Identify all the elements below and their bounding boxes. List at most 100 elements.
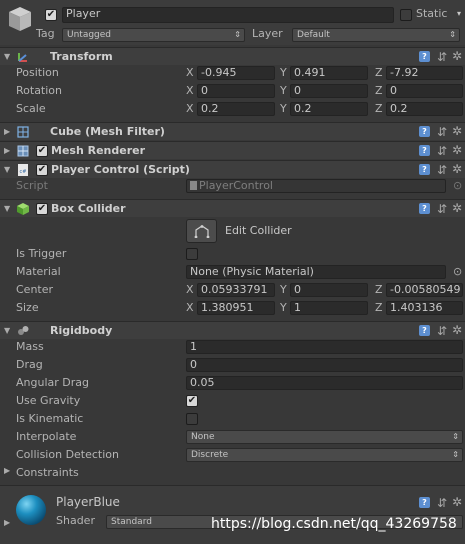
collision-detection-dropdown[interactable]: Discrete ⇕ bbox=[186, 448, 463, 462]
preset-icon[interactable]: ⇵ bbox=[437, 203, 447, 215]
gear-icon[interactable]: ✲ bbox=[452, 144, 462, 156]
center-z-field[interactable]: -0.00580549 bbox=[386, 283, 463, 297]
preset-icon[interactable]: ⇵ bbox=[437, 126, 447, 138]
mass-label: Mass bbox=[16, 340, 44, 353]
mesh-renderer-enabled-checkbox[interactable]: ✔ bbox=[36, 145, 48, 157]
position-y-field[interactable]: 0.491 bbox=[290, 66, 368, 80]
rotation-y-field[interactable]: 0 bbox=[290, 84, 368, 98]
help-icon[interactable]: ? bbox=[419, 203, 430, 214]
rigidbody-header[interactable]: ▼ Rigidbody ? ⇵ ✲ bbox=[0, 321, 465, 339]
size-z-label[interactable]: Z bbox=[375, 301, 383, 315]
foldout-expanded-icon[interactable]: ▼ bbox=[4, 48, 10, 66]
help-icon[interactable]: ? bbox=[419, 497, 430, 508]
object-picker-icon: ⊙ bbox=[453, 179, 463, 192]
scale-y-field[interactable]: 0.2 bbox=[290, 102, 368, 116]
box-collider-header[interactable]: ▼ ✔ Box Collider ? ⇵ ✲ bbox=[0, 199, 465, 217]
foldout-collapsed-icon[interactable]: ▶ bbox=[4, 142, 10, 160]
foldout-expanded-icon[interactable]: ▼ bbox=[4, 322, 10, 340]
layer-label: Layer bbox=[252, 27, 283, 40]
scale-y-label[interactable]: Y bbox=[280, 102, 287, 116]
mesh-renderer-header[interactable]: ▶ ✔ Mesh Renderer ? ⇵ ✲ bbox=[0, 141, 465, 159]
preset-icon[interactable]: ⇵ bbox=[437, 164, 447, 176]
drag-field[interactable]: 0 bbox=[186, 358, 463, 372]
position-x-label[interactable]: X bbox=[186, 66, 194, 80]
is-trigger-checkbox[interactable] bbox=[186, 248, 198, 260]
static-checkbox[interactable] bbox=[400, 9, 412, 21]
static-dropdown[interactable]: ▾ bbox=[452, 8, 464, 22]
rotation-x-field[interactable]: 0 bbox=[197, 84, 275, 98]
help-icon[interactable]: ? bbox=[419, 126, 430, 137]
tag-value: Untagged bbox=[67, 30, 112, 40]
gear-icon[interactable]: ✲ bbox=[452, 202, 462, 214]
center-z-label[interactable]: Z bbox=[375, 283, 383, 297]
rigidbody-icon bbox=[18, 326, 29, 335]
edit-collider-button[interactable] bbox=[186, 219, 217, 243]
scale-x-field[interactable]: 0.2 bbox=[197, 102, 275, 116]
help-icon[interactable]: ? bbox=[419, 164, 430, 175]
layer-value: Default bbox=[297, 30, 330, 40]
material-picker-icon[interactable]: ⊙ bbox=[453, 265, 462, 279]
active-checkbox[interactable]: ✔ bbox=[45, 9, 57, 21]
rotation-z-label[interactable]: Z bbox=[375, 84, 383, 98]
use-gravity-checkbox[interactable]: ✔ bbox=[186, 395, 198, 407]
rotation-x-label[interactable]: X bbox=[186, 84, 194, 98]
gear-icon[interactable]: ✲ bbox=[452, 50, 462, 62]
position-z-field[interactable]: -7.92 bbox=[386, 66, 463, 80]
help-icon[interactable]: ? bbox=[419, 51, 430, 62]
angular-drag-field[interactable]: 0.05 bbox=[186, 376, 463, 390]
scale-x-label[interactable]: X bbox=[186, 102, 194, 116]
gear-icon[interactable]: ✲ bbox=[452, 496, 462, 508]
material-field[interactable]: None (Physic Material) bbox=[186, 265, 446, 279]
mesh-filter-header[interactable]: ▶ Cube (Mesh Filter) ? ⇵ ✲ bbox=[0, 122, 465, 140]
size-y-field[interactable]: 1 bbox=[290, 301, 368, 315]
scale-z-field[interactable]: 0.2 bbox=[386, 102, 463, 116]
center-y-label[interactable]: Y bbox=[280, 283, 287, 297]
gear-icon[interactable]: ✲ bbox=[452, 324, 462, 336]
mass-field[interactable]: 1 bbox=[186, 340, 463, 354]
gear-icon[interactable]: ✲ bbox=[452, 163, 462, 175]
player-control-header[interactable]: ▼ c# ✔ Player Control (Script) ? ⇵ ✲ bbox=[0, 160, 465, 178]
box-collider-enabled-checkbox[interactable]: ✔ bbox=[36, 203, 48, 215]
position-x-field[interactable]: -0.945 bbox=[197, 66, 275, 80]
tag-dropdown[interactable]: Untagged ⇕ bbox=[62, 28, 245, 42]
material-foldout-icon[interactable]: ▶ bbox=[4, 514, 10, 532]
size-y-label[interactable]: Y bbox=[280, 301, 287, 315]
material-section: ▶ PlayerBlue Shader Standard ? ⇵ ✲ bbox=[0, 486, 465, 544]
layer-dropdown[interactable]: Default ⇕ bbox=[292, 28, 460, 42]
gear-icon[interactable]: ✲ bbox=[452, 125, 462, 137]
foldout-collapsed-icon[interactable]: ▶ bbox=[4, 123, 10, 141]
material-preview-sphere[interactable] bbox=[16, 495, 46, 525]
position-y-label[interactable]: Y bbox=[280, 66, 287, 80]
foldout-expanded-icon[interactable]: ▼ bbox=[4, 161, 10, 179]
center-x-field[interactable]: 0.05933791 bbox=[197, 283, 275, 297]
position-z-label[interactable]: Z bbox=[375, 66, 383, 80]
center-y-field[interactable]: 0 bbox=[290, 283, 368, 297]
center-label: Center bbox=[16, 283, 54, 296]
preset-icon[interactable]: ⇵ bbox=[437, 497, 447, 509]
help-icon[interactable]: ? bbox=[419, 325, 430, 336]
size-x-field[interactable]: 1.380951 bbox=[197, 301, 275, 315]
player-control-enabled-checkbox[interactable]: ✔ bbox=[36, 164, 48, 176]
box-collider-icon bbox=[17, 203, 29, 215]
name-field[interactable]: Player bbox=[62, 7, 394, 23]
preset-icon[interactable]: ⇵ bbox=[437, 325, 447, 337]
help-icon[interactable]: ? bbox=[419, 145, 430, 156]
mesh-renderer-title: Mesh Renderer bbox=[51, 144, 146, 157]
constraints-label[interactable]: Constraints bbox=[16, 466, 79, 480]
size-x-label[interactable]: X bbox=[186, 301, 194, 315]
is-kinematic-checkbox[interactable] bbox=[186, 413, 198, 425]
rotation-z-field[interactable]: 0 bbox=[386, 84, 463, 98]
scale-z-label[interactable]: Z bbox=[375, 102, 383, 116]
transform-icon bbox=[18, 53, 27, 62]
collision-detection-label: Collision Detection bbox=[16, 448, 120, 461]
constraints-foldout-icon[interactable]: ▶ bbox=[4, 462, 10, 480]
size-z-field[interactable]: 1.403136 bbox=[386, 301, 463, 315]
transform-header[interactable]: ▼ Transform ? ⇵ ✲ bbox=[0, 47, 465, 65]
center-x-label[interactable]: X bbox=[186, 283, 194, 297]
scale-label: Scale bbox=[16, 102, 46, 115]
preset-icon[interactable]: ⇵ bbox=[437, 145, 447, 157]
preset-icon[interactable]: ⇵ bbox=[437, 51, 447, 63]
interpolate-dropdown[interactable]: None ⇕ bbox=[186, 430, 463, 444]
foldout-expanded-icon[interactable]: ▼ bbox=[4, 200, 10, 218]
rotation-y-label[interactable]: Y bbox=[280, 84, 287, 98]
